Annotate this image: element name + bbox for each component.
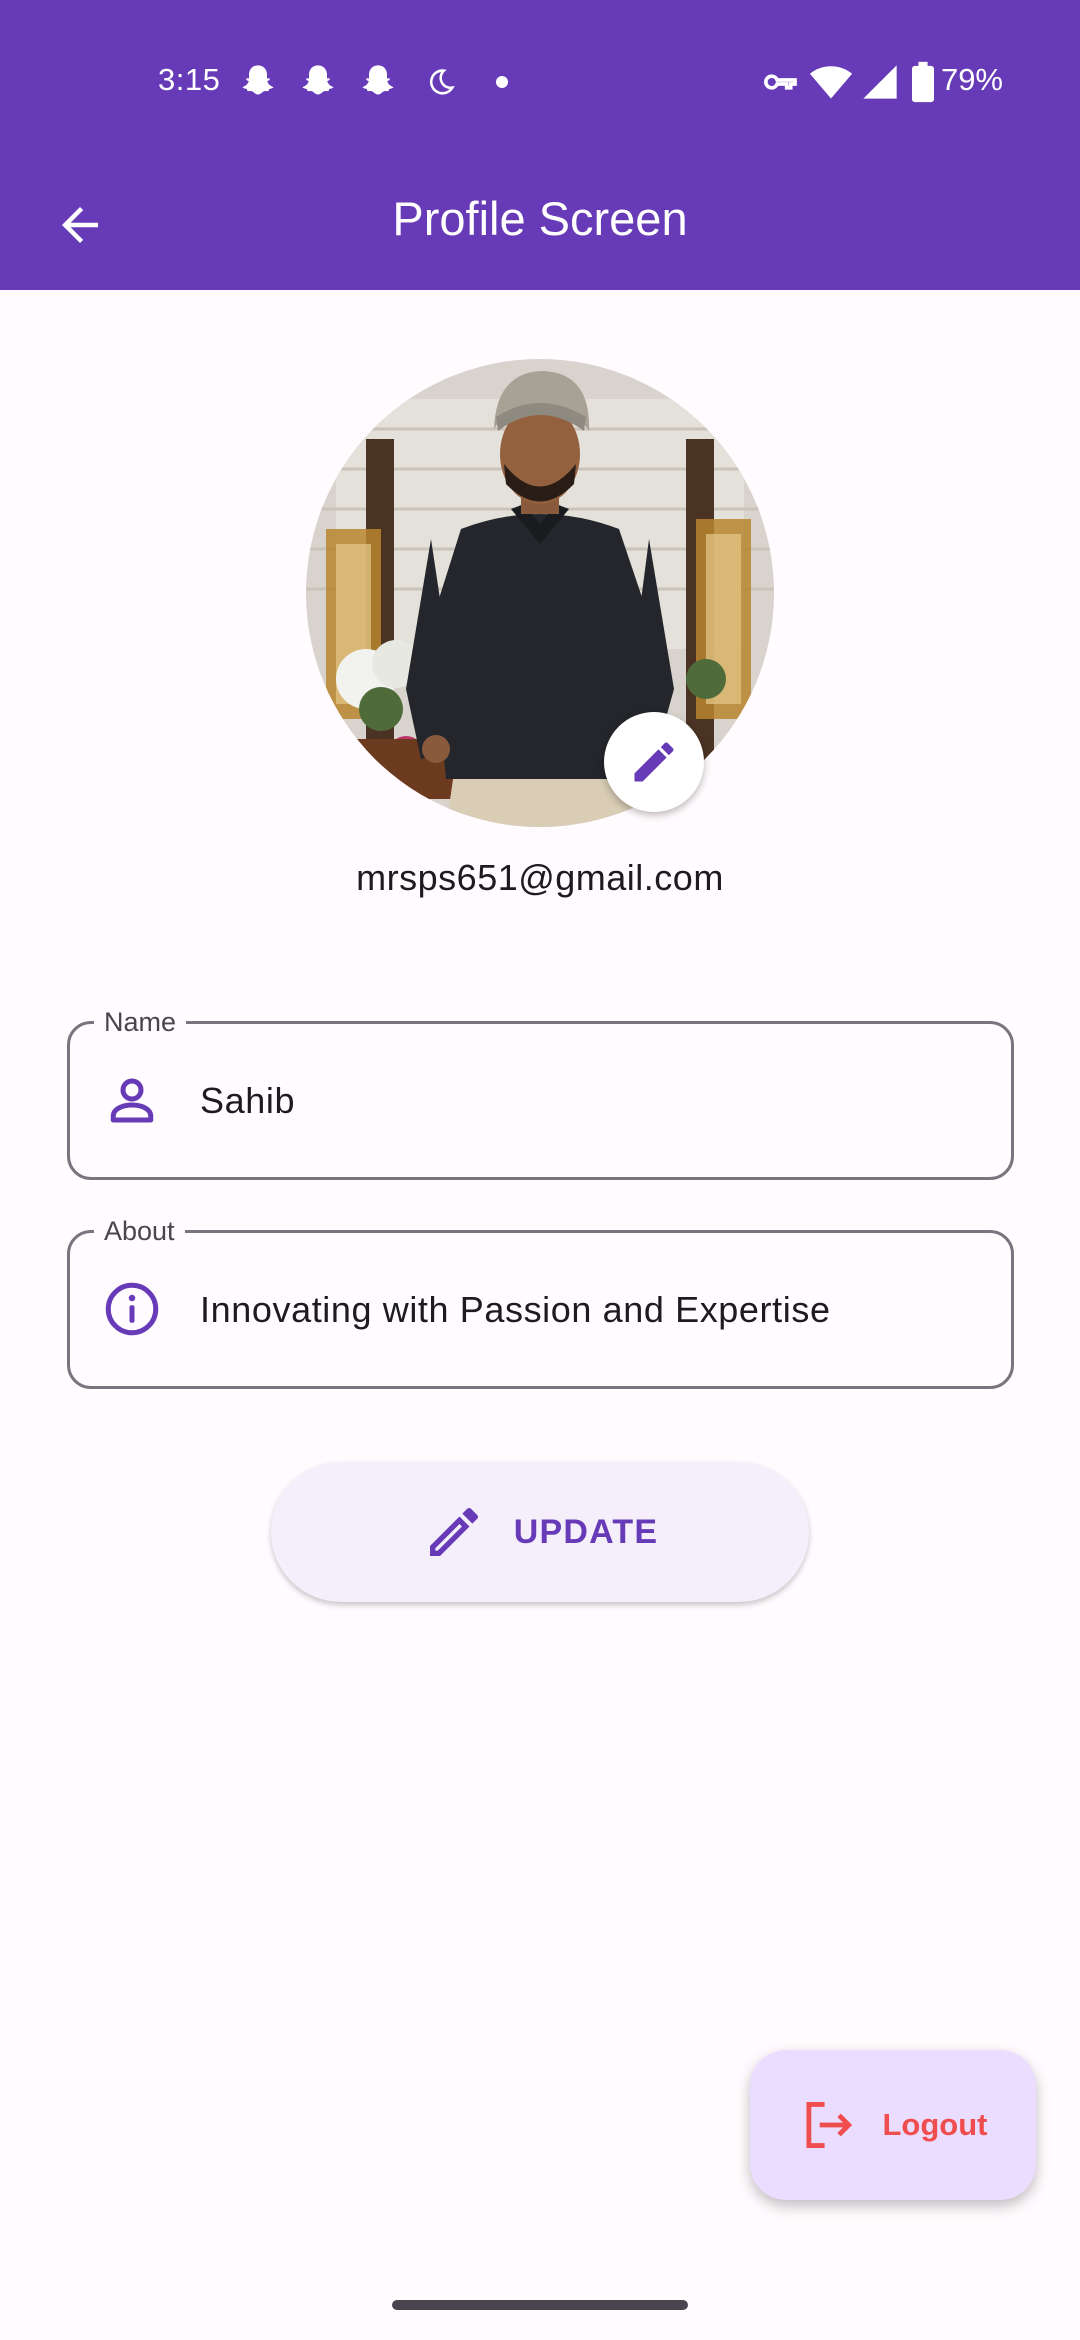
battery-percentage: 79% (940, 62, 1003, 97)
status-bar: 3:15 79% (0, 0, 1080, 165)
home-indicator[interactable] (392, 2300, 688, 2310)
wifi-icon (809, 66, 853, 99)
pencil-icon (429, 1507, 478, 1556)
avatar-container (306, 359, 774, 827)
battery-icon (912, 61, 934, 103)
name-field-label: Name (94, 1006, 187, 1038)
dot-icon (496, 76, 508, 88)
name-input[interactable]: Sahib (200, 1080, 295, 1122)
info-icon (105, 1282, 159, 1336)
name-field[interactable]: Name Sahib (67, 1006, 1014, 1180)
moon-icon (429, 69, 455, 95)
system-icons (760, 60, 1080, 104)
about-input[interactable]: Innovating with Passion and Expertise (200, 1289, 831, 1331)
edit-avatar-button[interactable] (604, 712, 704, 812)
snapchat-icon (302, 65, 334, 95)
update-button[interactable]: UPDATE (271, 1462, 809, 1602)
update-button-label: UPDATE (513, 1512, 659, 1551)
snapchat-icon (362, 65, 394, 95)
page-title: Profile Screen (392, 192, 688, 245)
about-field-label: About (94, 1215, 185, 1247)
pencil-icon (634, 742, 674, 782)
vpn-key-icon (764, 74, 797, 90)
top-app-header: 3:15 79% Profile Screen (0, 0, 1080, 290)
person-icon (110, 1078, 154, 1123)
cell-signal-icon (863, 65, 897, 99)
status-time: 3:15 (158, 62, 221, 97)
about-field[interactable]: About Innovating with Passion and Expert… (67, 1215, 1014, 1389)
logout-icon (806, 2102, 853, 2148)
snapchat-icon (242, 65, 274, 95)
app-bar: Profile Screen (0, 165, 1080, 290)
logout-button-label: Logout (882, 2107, 988, 2142)
user-email: mrsps651@gmail.com (356, 857, 724, 898)
logout-button[interactable]: Logout (750, 2050, 1036, 2200)
